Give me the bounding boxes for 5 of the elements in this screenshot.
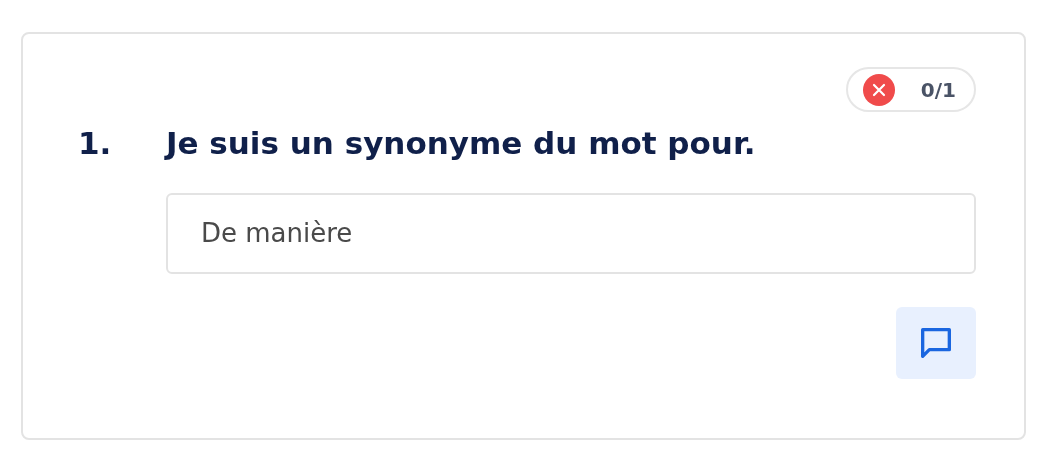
- comment-button[interactable]: [896, 306, 976, 379]
- question-number: 1.: [78, 124, 113, 163]
- question-text: Je suis un synonyme du mot pour.: [166, 124, 756, 163]
- answer-field[interactable]: De manière: [166, 192, 976, 274]
- score-text: 0/1: [920, 76, 956, 104]
